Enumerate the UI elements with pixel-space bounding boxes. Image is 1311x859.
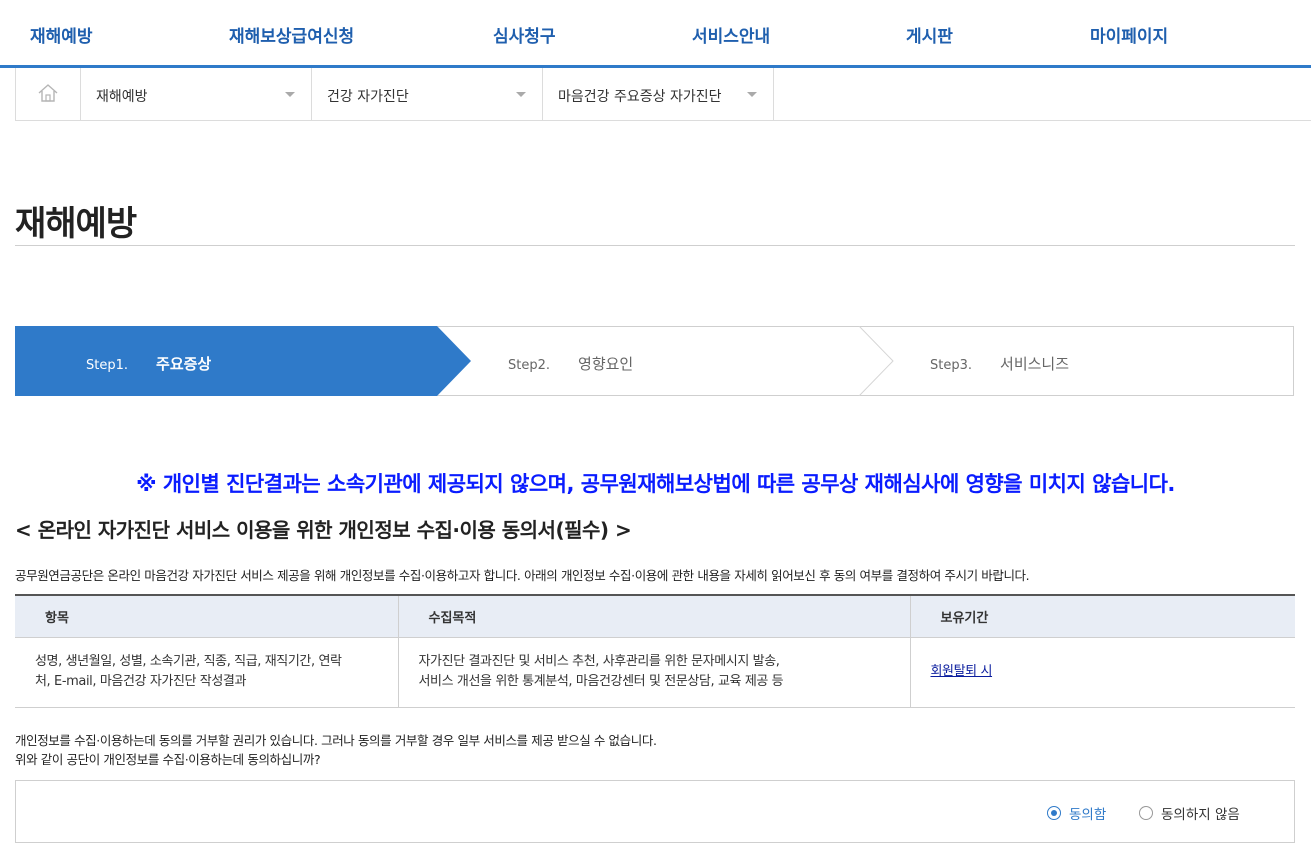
breadcrumb-select-depth3[interactable]: 마음건강 주요증상 자가진단 [543,68,774,121]
page-title: 재해예방 [15,204,137,244]
breadcrumb: 재해예방 건강 자가진단 마음건강 주요증상 자가진단 [15,68,1311,121]
step-name: 서비스니즈 [1000,355,1070,373]
step-indicator: Step1. 주요증상 Step2. 영향요인 Step3. 서비스니즈 [15,326,1294,396]
table-cell-purpose: 자가진단 결과진단 및 서비스 추천, 사후관리를 위한 문자메시지 발송, 서… [397,637,910,708]
step-number: Step1. [86,358,129,373]
global-nav: 재해예방 재해보상급여신청 심사청구 서비스안내 게시판 마이페이지 [0,0,1311,68]
table-header-purpose: 수집목적 [397,594,910,638]
radio-unselected-icon [1139,806,1153,820]
breadcrumb-select-label: 재해예방 [96,89,148,105]
disagree-label: 동의하지 않음 [1161,807,1240,823]
breadcrumb-select-depth1[interactable]: 재해예방 [81,68,312,121]
step-number: Step2. [508,358,551,373]
consent-options-box: 동의함 동의하지 않음 [15,780,1295,843]
step-separator-chevron [858,326,894,396]
step-name: 영향요인 [578,355,634,373]
nav-item-compensation-claim[interactable]: 재해보상급여신청 [229,22,354,47]
breadcrumb-select-label: 마음건강 주요증상 자가진단 [558,89,722,105]
table-cell-items: 성명, 생년월일, 성별, 소속기관, 직종, 직급, 재직기간, 연락 처, … [15,637,398,708]
step-1: Step1. 주요증상 [86,353,211,374]
agree-label: 동의함 [1069,807,1107,823]
title-divider [15,245,1295,246]
consent-table: 항목 수집목적 보유기간 성명, 생년월일, 성별, 소속기관, 직종, 직급,… [15,594,1295,708]
consent-title: < 온라인 자가진단 서비스 이용을 위한 개인정보 수집·이용 동의서(필수)… [15,518,632,542]
breadcrumb-home[interactable] [15,68,81,121]
refuse-notice: 개인정보를 수집·이용하는데 동의를 거부할 권리가 있습니다. 그러나 동의를… [15,731,657,769]
consent-question: 위와 같이 공단이 개인정보를 수집·이용하는데 동의하십니까? [15,752,321,767]
home-icon [38,84,58,102]
consent-intro: 공무원연금공단은 온라인 마음건강 자가진단 서비스 제공을 위해 개인정보를 … [15,568,1030,583]
disagree-radio[interactable]: 동의하지 않음 [1139,803,1240,823]
refuse-line: 개인정보를 수집·이용하는데 동의를 거부할 권리가 있습니다. 그러나 동의를… [15,733,657,748]
breadcrumb-select-label: 건강 자가진단 [327,89,409,105]
nav-item-prevention[interactable]: 재해예방 [30,22,93,47]
diagnosis-notice: ※ 개인별 진단결과는 소속기관에 제공되지 않으며, 공무원재해보상법에 따른… [136,472,1175,496]
table-header-retention: 보유기간 [909,594,1295,638]
purpose-line: 서비스 개선을 위한 통계분석, 마음건강센터 및 전문상담, 교육 제공 등 [418,674,784,689]
table-row: 성명, 생년월일, 성별, 소속기관, 직종, 직급, 재직기간, 연락 처, … [15,637,1295,708]
nav-item-mypage[interactable]: 마이페이지 [1090,22,1168,47]
retention-link[interactable]: 회원탈퇴 시 [931,664,993,679]
items-line: 처, E-mail, 마음건강 자가진단 작성결과 [35,674,247,689]
nav-item-service-guide[interactable]: 서비스안내 [692,22,770,47]
items-line: 성명, 생년월일, 성별, 소속기관, 직종, 직급, 재직기간, 연락 [35,654,342,669]
nav-item-board[interactable]: 게시판 [906,22,953,47]
breadcrumb-select-depth2[interactable]: 건강 자가진단 [312,68,543,121]
step-active-arrow [15,326,471,396]
chevron-down-icon [747,92,757,97]
table-header-row: 항목 수집목적 보유기간 [15,594,1295,638]
purpose-line: 자가진단 결과진단 및 서비스 추천, 사후관리를 위한 문자메시지 발송, [418,654,780,669]
nav-item-review-request[interactable]: 심사청구 [493,22,556,47]
step-name: 주요증상 [156,355,212,373]
table-cell-retention: 회원탈퇴 시 [909,637,1295,708]
step-number: Step3. [930,358,973,373]
chevron-down-icon [516,92,526,97]
agree-radio[interactable]: 동의함 [1047,803,1106,823]
step-2: Step2. 영향요인 [508,353,633,374]
radio-selected-icon [1047,806,1061,820]
table-header-items: 항목 [15,594,398,638]
step-3: Step3. 서비스니즈 [930,353,1069,374]
chevron-down-icon [285,92,295,97]
